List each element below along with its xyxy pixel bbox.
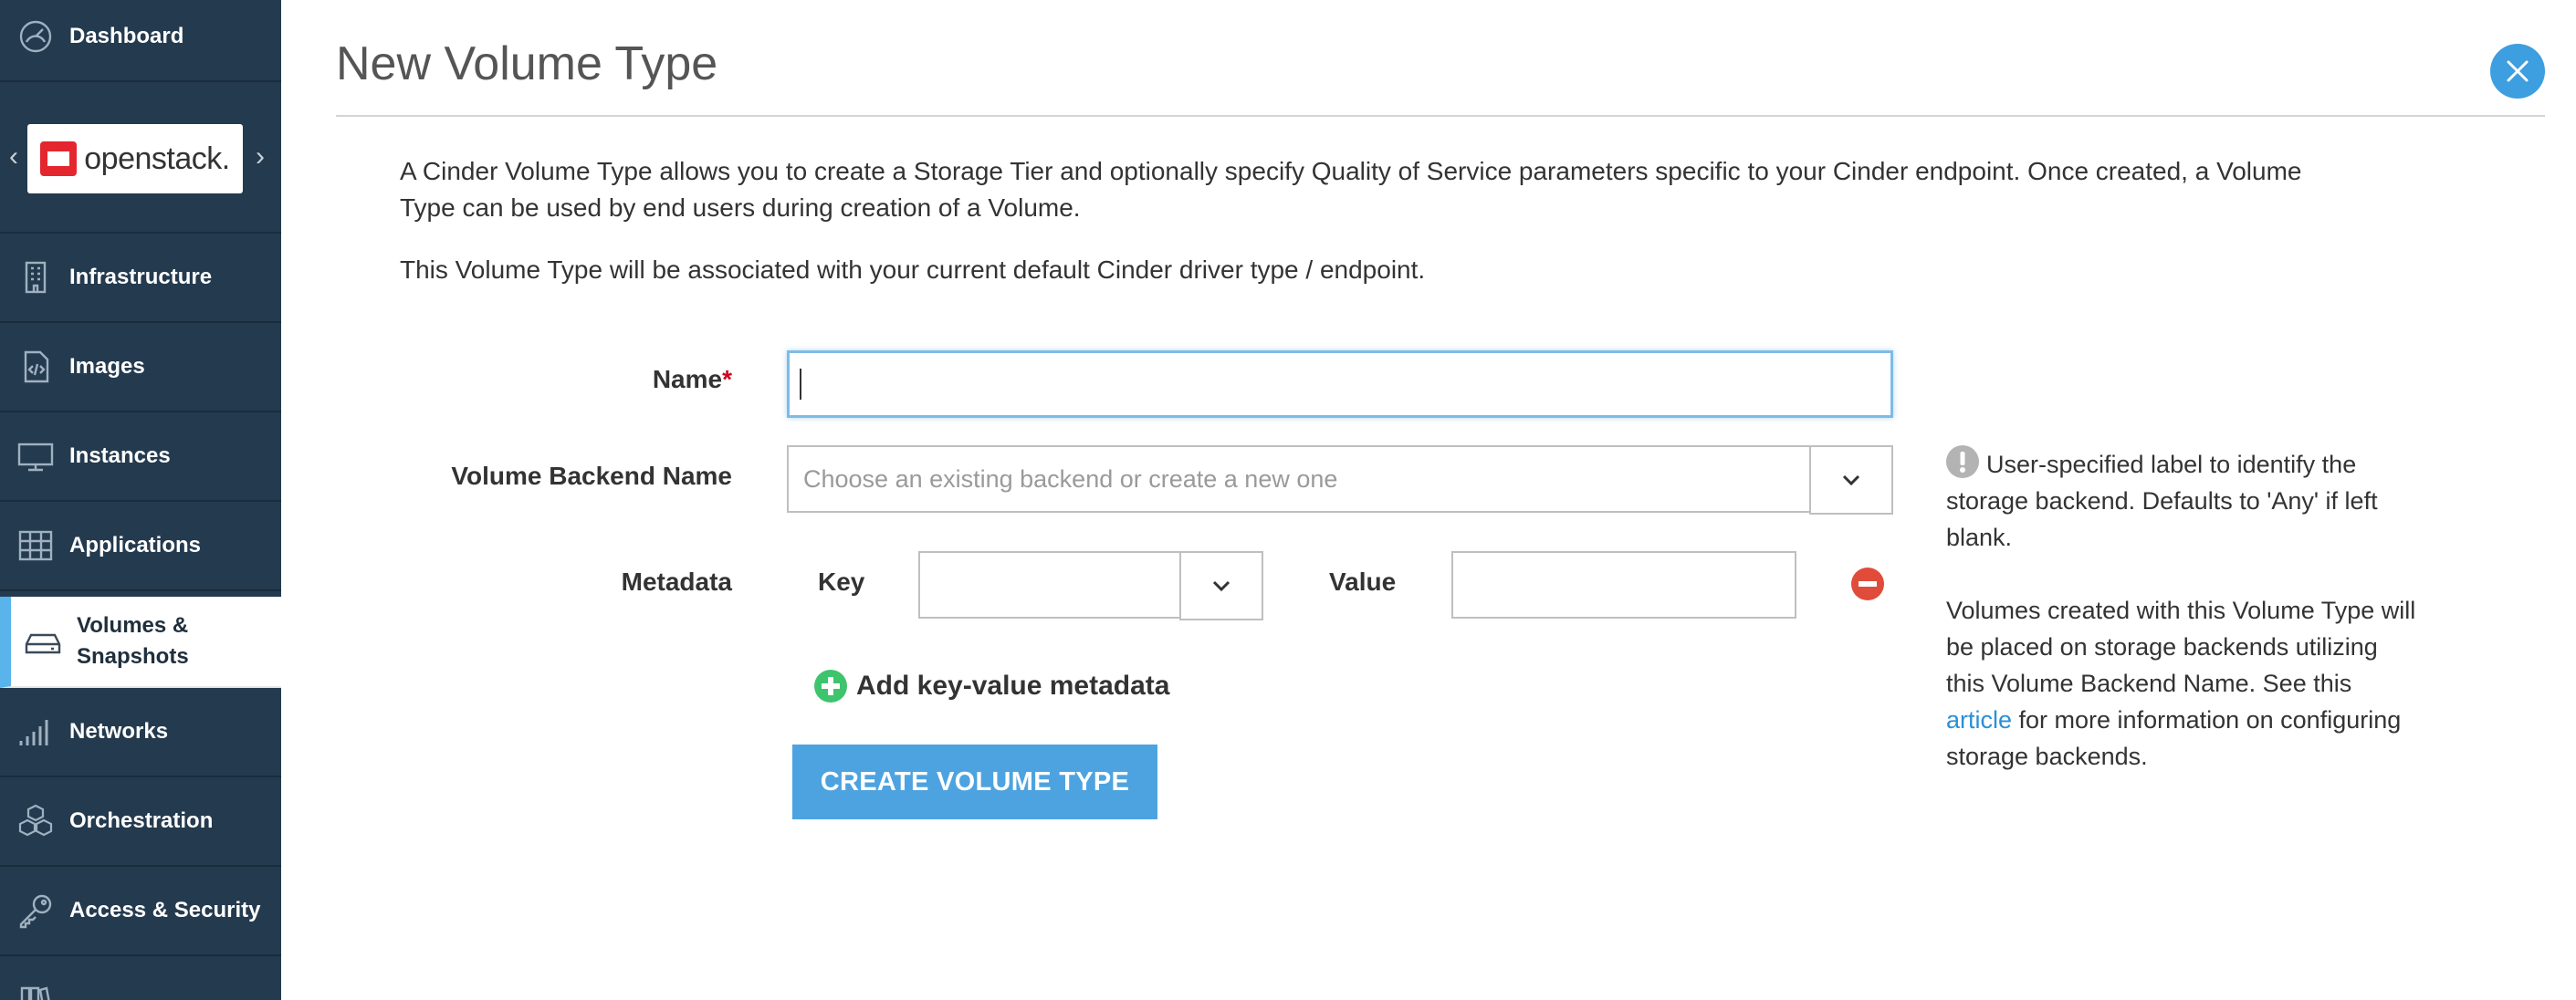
book-icon: [16, 981, 55, 1000]
key-label: Key: [818, 568, 865, 596]
article-link[interactable]: article: [1946, 706, 2012, 734]
sidebar-item-applications[interactable]: Applications: [0, 502, 281, 591]
sidebar-item-images[interactable]: Images: [0, 323, 281, 412]
name-input[interactable]: [787, 350, 1893, 418]
openstack-mark-icon: [40, 141, 78, 176]
backend-help-panel: User-specified label to identify the sto…: [1946, 445, 2421, 775]
sidebar-item-label: Applications: [69, 533, 202, 557]
grid-icon: [16, 526, 55, 565]
logo-text: openstack.: [84, 141, 230, 176]
info-exclamation-icon: [1946, 445, 1979, 478]
metadata-label: Metadata: [621, 568, 732, 596]
help-spacer: [1946, 556, 2421, 592]
label-line-2: Snapshots: [77, 644, 189, 669]
code-file-icon: [16, 348, 55, 386]
sidebar-item-networks[interactable]: Networks: [0, 688, 281, 777]
sidebar-item-volumes-snapshots[interactable]: Volumes & Snapshots: [0, 597, 281, 688]
sidebar-item-instances[interactable]: Instances: [0, 412, 281, 502]
chevron-down-icon: [1842, 474, 1860, 486]
text-cursor: [800, 369, 801, 400]
sidebar-item-more[interactable]: [0, 956, 281, 1000]
sidebar-item-label: Access & Security: [69, 898, 261, 922]
backend-dropdown-button[interactable]: [1809, 445, 1893, 515]
sidebar-item-access-security[interactable]: Access & Security: [0, 867, 281, 956]
label-line-1: Volumes &: [77, 613, 189, 638]
remove-metadata-icon[interactable]: [1851, 568, 1884, 600]
sidebar-item-label: Instances: [69, 443, 171, 468]
key-icon: [16, 891, 55, 930]
backend-name-input[interactable]: [787, 445, 1813, 513]
signal-bars-icon: [16, 713, 55, 751]
hard-drive-icon: [24, 622, 62, 661]
name-label: Name*: [584, 365, 732, 394]
sidebar: Dashboard ‹ openstack. › Infrastructure: [0, 0, 281, 1000]
add-metadata-button[interactable]: Add key-value metadata: [814, 670, 1169, 703]
metadata-key-input[interactable]: [918, 551, 1183, 619]
chevron-right-icon[interactable]: ›: [250, 139, 270, 175]
metadata-key-dropdown-button[interactable]: [1179, 551, 1263, 620]
sidebar-item-label: Orchestration: [69, 808, 214, 833]
sidebar-item-infrastructure[interactable]: Infrastructure: [0, 234, 281, 323]
logo-row: ‹ openstack. ›: [0, 82, 281, 234]
add-circle-icon: [814, 670, 847, 703]
sidebar-item-orchestration[interactable]: Orchestration: [0, 777, 281, 867]
sidebar-item-dashboard[interactable]: Dashboard: [0, 0, 281, 82]
chevron-left-icon[interactable]: ‹: [4, 139, 24, 175]
sidebar-item-label: Infrastructure: [69, 265, 213, 289]
backend-name-label: Volume Backend Name: [451, 462, 732, 490]
sidebar-item-label: Networks: [69, 719, 169, 744]
metadata-value-input[interactable]: [1451, 551, 1796, 619]
sidebar-item-label: Dashboard: [69, 24, 184, 48]
building-icon: [16, 258, 55, 297]
add-metadata-label: Add key-value metadata: [856, 671, 1170, 701]
name-label-text: Name: [652, 365, 723, 393]
intro-description: A Cinder Volume Type allows you to creat…: [400, 157, 2302, 222]
openstack-logo: openstack.: [27, 124, 243, 193]
create-volume-type-button[interactable]: CREATE VOLUME TYPE: [792, 745, 1157, 819]
required-asterisk: *: [722, 365, 732, 393]
close-button[interactable]: [2490, 44, 2545, 99]
monitor-icon: [16, 437, 55, 475]
gauge-icon: [16, 17, 55, 56]
help-text-2a: Volumes created with this Volume Type wi…: [1946, 597, 2416, 697]
value-label: Value: [1329, 568, 1397, 596]
help-paragraph-1: User-specified label to identify the sto…: [1946, 445, 2421, 556]
close-icon: [2507, 60, 2529, 82]
help-text-2b: for more information on configuring stor…: [1946, 706, 2402, 770]
help-text-1: User-specified label to identify the sto…: [1946, 451, 2378, 551]
help-paragraph-2: Volumes created with this Volume Type wi…: [1946, 592, 2421, 775]
title-divider: [336, 115, 2545, 117]
sidebar-item-label: Volumes & Snapshots: [77, 610, 189, 672]
sidebar-item-label: Images: [69, 354, 145, 379]
intro-endpoint-note: This Volume Type will be associated with…: [400, 255, 1426, 284]
chevron-down-icon: [1212, 580, 1230, 592]
cubes-icon: [16, 802, 55, 840]
page-title: New Volume Type: [336, 37, 718, 90]
